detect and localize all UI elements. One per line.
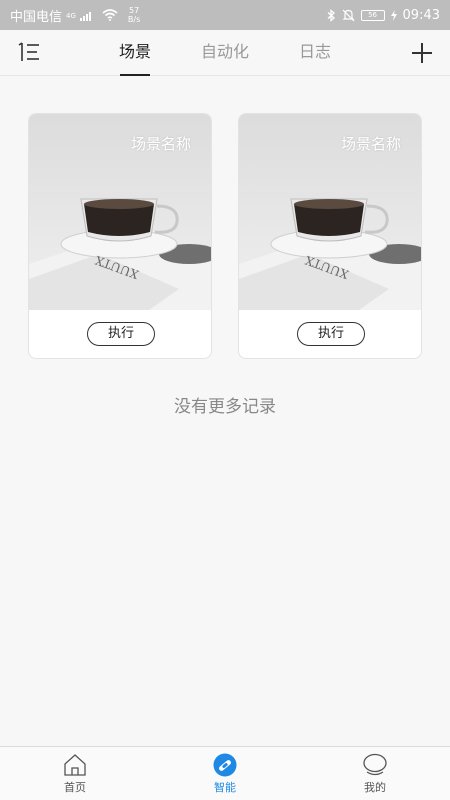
nav-profile-label: 我的 [364, 781, 386, 794]
net-speed-unit: B/s [127, 15, 141, 24]
nav-smart-label: 智能 [214, 781, 236, 794]
bluetooth-icon [327, 8, 335, 22]
battery-icon: 56 [360, 9, 385, 21]
signal-type: 4G [66, 11, 76, 20]
tab-automation[interactable]: 自动化 [190, 30, 260, 76]
status-bar: 中国电信 4G 57 B/s 56 09:43 [0, 0, 450, 30]
scene-card[interactable]: XUUTX 场景名称 执行 [238, 113, 422, 359]
tab-scenes[interactable]: 场景 [100, 30, 170, 76]
smart-icon [213, 753, 237, 777]
nav-smart[interactable]: 智能 [195, 753, 255, 795]
carrier-group: 中国电信 4G 57 B/s [10, 6, 140, 25]
no-more-records-text: 没有更多记录 [174, 397, 276, 417]
clock: 09:43 [402, 7, 440, 23]
home-icon [64, 754, 86, 776]
charging-icon [390, 9, 397, 21]
profile-icon [363, 753, 387, 776]
nav-home-label: 首页 [64, 781, 86, 794]
nav-home[interactable]: 首页 [45, 753, 105, 795]
tab-bar: 场景 自动化 日志 [100, 30, 350, 76]
nav-profile[interactable]: 我的 [345, 753, 405, 795]
scene-title: 场景名称 [340, 135, 401, 153]
execute-button[interactable]: 执行 [87, 322, 155, 346]
wifi-icon [102, 9, 118, 21]
execute-button[interactable]: 执行 [297, 322, 365, 346]
menu-icon[interactable] [16, 42, 42, 64]
signal-icon [79, 11, 91, 21]
scene-card[interactable]: XUUTX 场景名称 执行 [28, 113, 212, 359]
tab-log[interactable]: 日志 [280, 30, 350, 76]
bottom-nav: 首页 智能 我的 [0, 746, 450, 800]
net-speed: 57 B/s [128, 6, 140, 24]
scene-image: XUUTX 场景名称 [29, 114, 211, 310]
status-right: 56 09:43 [327, 8, 440, 23]
carrier-name: 中国电信 [10, 9, 63, 25]
net-speed-value: 57 [128, 6, 140, 15]
mute-icon [342, 9, 354, 21]
top-header: 场景 自动化 日志 [0, 30, 450, 76]
add-icon[interactable] [410, 41, 434, 65]
scene-image: XUUTX 场景名称 [239, 114, 421, 310]
scene-title: 场景名称 [130, 135, 191, 153]
